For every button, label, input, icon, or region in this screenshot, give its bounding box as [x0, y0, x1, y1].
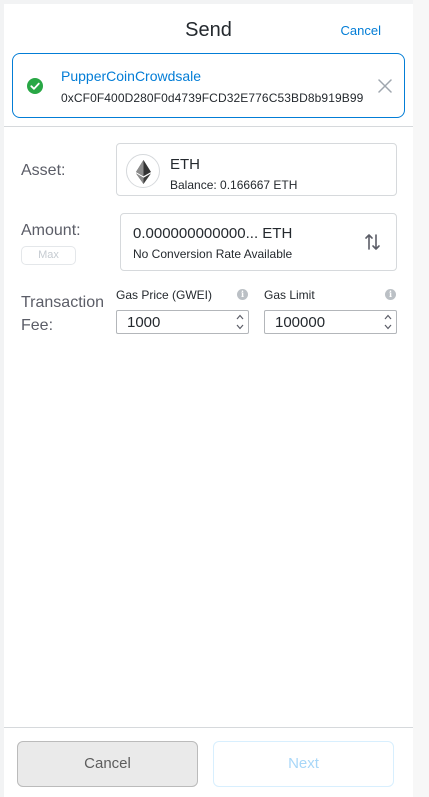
close-icon[interactable] [378, 79, 392, 93]
spinner-up-icon[interactable] [381, 312, 395, 322]
footer-divider [4, 727, 413, 728]
divider [4, 126, 413, 127]
gas-price-field[interactable] [116, 310, 249, 334]
fee-label-line2: Fee: [21, 317, 54, 334]
amount-label: Amount: [21, 222, 81, 239]
check-circle-icon [27, 78, 43, 94]
gas-price-spinner[interactable] [233, 312, 247, 332]
header: Send Cancel [4, 4, 413, 52]
cancel-button[interactable]: Cancel [17, 741, 198, 787]
asset-selector[interactable]: ETH Balance: 0.166667 ETH [116, 143, 397, 196]
amount-value[interactable]: 0.000000000000... ETH [133, 225, 292, 242]
asset-balance: Balance: 0.166667 ETH [170, 178, 298, 192]
contract-recipient-card: PupperCoinCrowdsale 0xCF0F400D280F0d4739… [12, 53, 405, 118]
asset-label: Asset: [21, 162, 66, 179]
transaction-fee-label: Transaction Fee: [21, 291, 104, 337]
gas-price-info-icon[interactable]: i [237, 289, 248, 300]
gas-limit-field[interactable] [264, 310, 397, 334]
next-button[interactable]: Next [213, 741, 394, 787]
spinner-up-icon[interactable] [233, 312, 247, 322]
ethereum-icon [136, 160, 151, 184]
max-button[interactable]: Max [21, 246, 76, 265]
contract-name: PupperCoinCrowdsale [61, 68, 202, 84]
gas-price-label: Gas Price (GWEI) [116, 288, 213, 302]
fee-label-line1: Transaction [21, 294, 104, 311]
swap-arrows-icon[interactable] [364, 232, 382, 252]
gas-limit-input[interactable] [265, 311, 380, 333]
contract-address: 0xCF0F400D280F0d4739FCD32E776C53BD8b919B… [61, 91, 364, 105]
header-cancel-link[interactable]: Cancel [341, 23, 381, 38]
spinner-down-icon[interactable] [381, 322, 395, 332]
amount-input[interactable]: 0.000000000000... ETH No Conversion Rate… [120, 213, 397, 271]
gas-limit-info-icon[interactable]: i [385, 289, 396, 300]
scrollbar-track[interactable] [413, 0, 429, 797]
gas-limit-label: Gas Limit [264, 288, 315, 302]
asset-symbol: ETH [170, 156, 200, 173]
gas-limit-spinner[interactable] [381, 312, 395, 332]
spinner-down-icon[interactable] [233, 322, 247, 332]
gas-price-input[interactable] [117, 311, 232, 333]
asset-avatar [126, 154, 160, 188]
conversion-rate-text: No Conversion Rate Available [133, 247, 293, 261]
send-panel: Send Cancel PupperCoinCrowdsale 0xCF0F40… [4, 4, 413, 797]
